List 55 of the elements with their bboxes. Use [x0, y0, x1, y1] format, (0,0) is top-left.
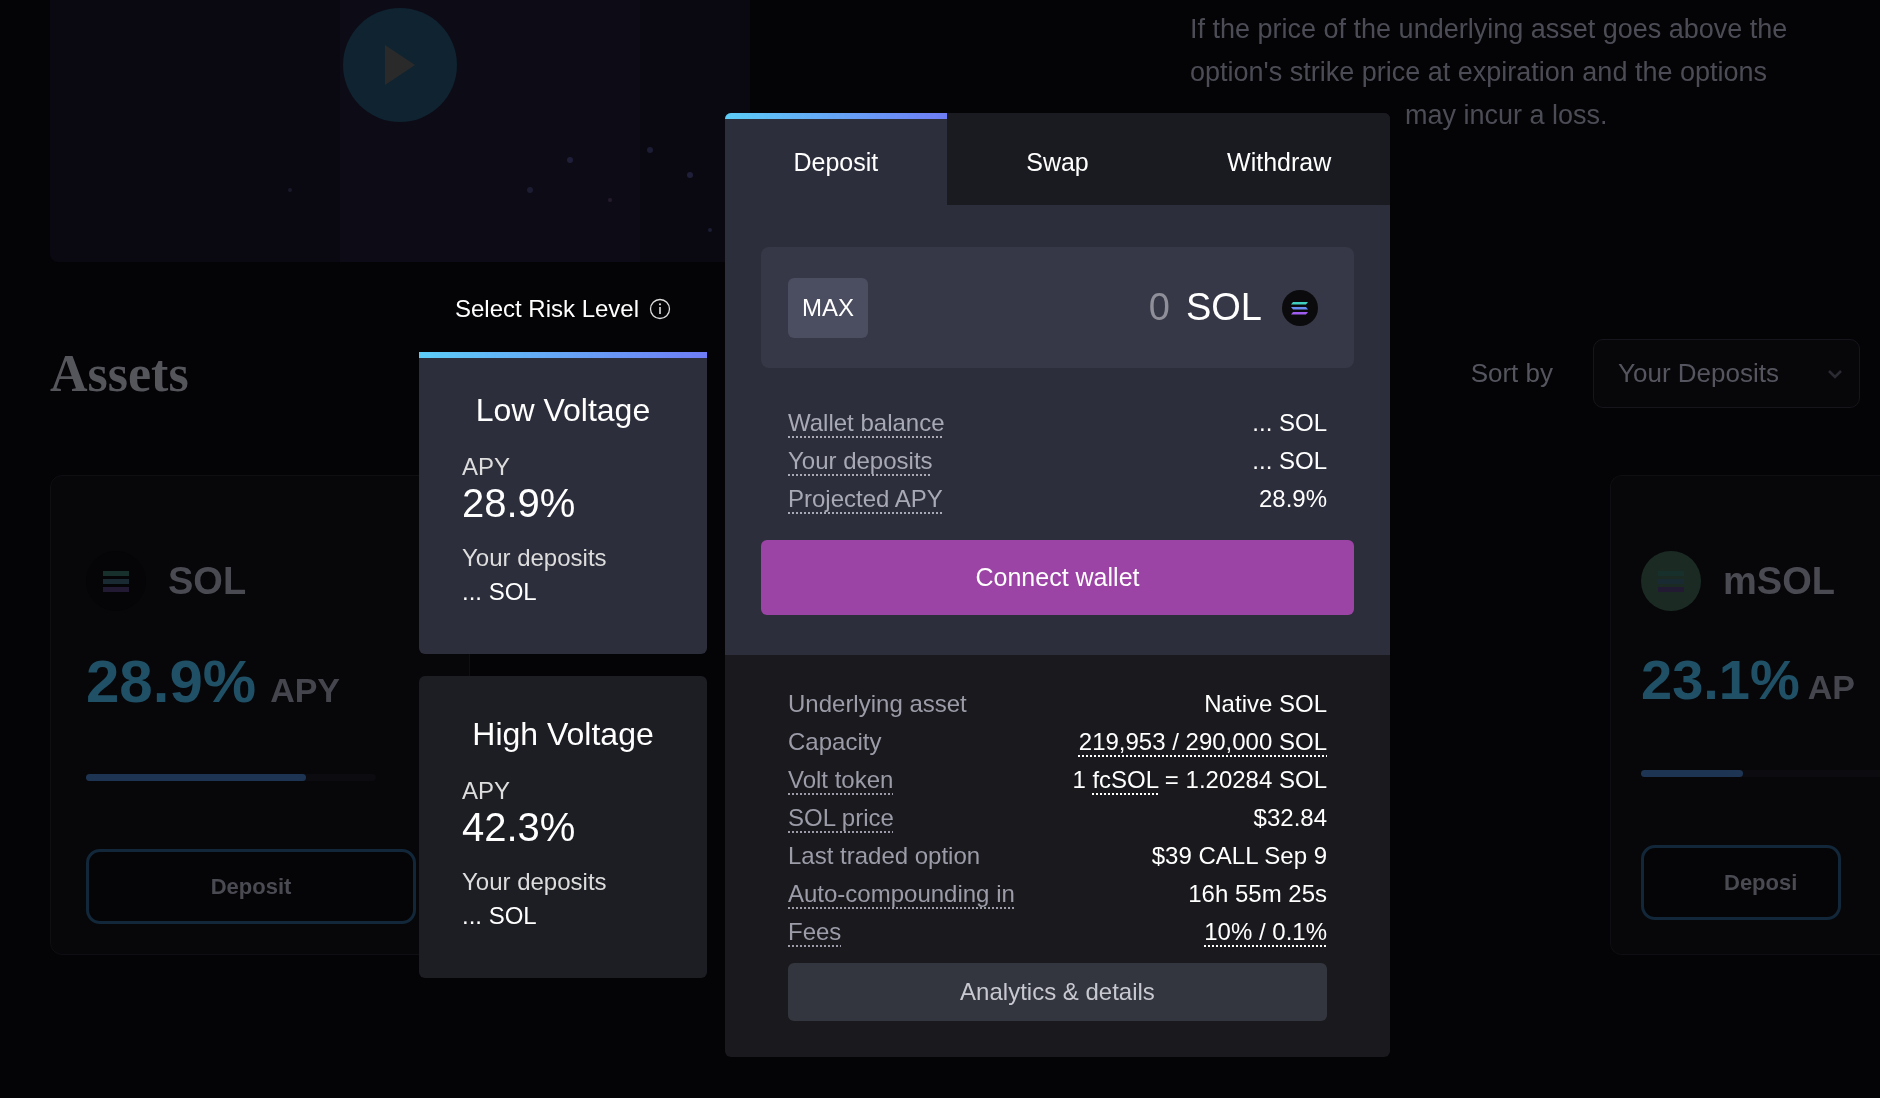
sort-label: Sort by [1470, 358, 1553, 389]
token-icon [1641, 551, 1701, 611]
tab[interactable]: Deposit [725, 113, 947, 205]
stat-label: Your deposits [788, 447, 933, 475]
deposits-value: ... SOL [462, 902, 538, 930]
detail-label: Underlying asset [788, 690, 967, 718]
apy-value: 23.1% [1641, 647, 1800, 712]
deposits-label: Your deposits [462, 544, 608, 572]
chevron-down-icon [1827, 368, 1843, 379]
notice-text: may incur a loss. [1404, 99, 1609, 132]
detail-label: Capacity [788, 728, 882, 756]
detail-label: Auto-compounding in [788, 880, 1015, 908]
deposits-label: Your deposits [462, 868, 608, 896]
amount-value: 0 [1148, 286, 1170, 329]
connect-wallet-button[interactable]: Connect wallet [761, 540, 1354, 615]
detail-value: $39 CALL Sep 9 [1151, 842, 1327, 870]
notice-text: If the price of the underlying asset goes above the [1190, 13, 1788, 46]
apy-value: 28.9% [86, 647, 257, 716]
detail-value: 219,953 / 290,000 SOL [1078, 728, 1327, 756]
apy-label: APY [462, 453, 512, 481]
detail-value: Native SOL [1204, 690, 1327, 718]
detail-label: Fees [788, 918, 842, 946]
token-icon [1282, 289, 1318, 326]
apy-unit: AP [1807, 668, 1856, 707]
risk-level-card[interactable]: High Voltage APY 42.3% Your deposits ... SOL [419, 676, 707, 978]
analytics-button[interactable]: Analytics & details [788, 963, 1327, 1021]
stat-value: 28.9% [1258, 485, 1327, 513]
detail-value: 10% / 0.1% [1204, 918, 1327, 946]
token-name: SOL [168, 559, 247, 603]
stat-value: ... SOL [1252, 409, 1327, 437]
apy-value: 42.3% [462, 805, 577, 850]
token-name: mSOL [1723, 559, 1835, 603]
apy-label: APY [462, 777, 512, 805]
detail-label: Volt token [788, 766, 894, 794]
detail-value: 16h 55m 25s [1188, 880, 1327, 908]
unit-label: SOL [1185, 286, 1262, 329]
detail-value: 1 fcSOL = 1.20284 SOL [1072, 766, 1327, 794]
risk-title: Select Risk Level [454, 295, 640, 323]
deposits-value: ... SOL [462, 578, 538, 606]
max-button[interactable]: MAX [788, 277, 868, 338]
detail-value: $32.84 [1253, 804, 1327, 832]
stat-value: ... SOL [1252, 447, 1327, 475]
apy-value: 28.9% [462, 481, 577, 526]
stat-label: Projected APY [788, 485, 943, 513]
section-heading: Assets [50, 344, 189, 403]
detail-label: SOL price [788, 804, 894, 832]
notice-text: option's strike price at expiration and the options [1190, 56, 1768, 89]
amount-field[interactable]: MAX 0 SOL [761, 247, 1354, 368]
level-name: Low Voltage [474, 392, 652, 429]
apy-unit: APY [270, 671, 341, 710]
stat-label: Wallet balance [788, 409, 945, 437]
detail-label: Last traded option [788, 842, 981, 870]
risk-level-card[interactable]: Low Voltage APY 28.9% Your deposits ... SOL [419, 352, 707, 654]
level-name: High Voltage [471, 716, 655, 753]
info-icon[interactable] [649, 298, 672, 320]
